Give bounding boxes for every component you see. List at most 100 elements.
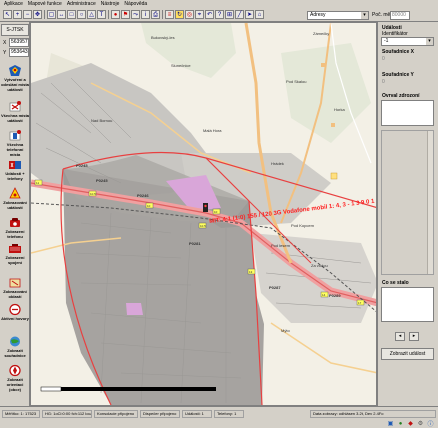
layers-icon[interactable]: ≡ [165, 10, 174, 19]
flag-icon[interactable]: ⚑ [121, 10, 130, 19]
scale-bar [41, 387, 216, 391]
layer-combo[interactable]: Adresy ▾ [307, 11, 369, 20]
menu-administrace[interactable]: Administrace [67, 0, 96, 8]
event-list[interactable] [381, 130, 434, 275]
tray-network-icon[interactable]: ▣ [386, 419, 395, 428]
map-place-label: Pod Kopcem [291, 223, 314, 228]
measure-icon[interactable]: ↔ [57, 10, 66, 19]
status-console: Konsolacie připojeno [94, 410, 138, 418]
map-place-label: Hrádek [271, 161, 284, 166]
map-place-label: Nad Bornou [91, 118, 113, 123]
arrow-icon[interactable]: ➤ [245, 10, 254, 19]
nav-create-event[interactable]: Vytvoření a odeslání místa události [1, 64, 29, 92]
zoom-out-icon[interactable]: − [23, 10, 32, 19]
show-event-button[interactable]: Zobrazit událost [381, 348, 434, 360]
zoom-in-icon[interactable]: + [13, 10, 22, 19]
scale-input[interactable]: 80000 [390, 11, 410, 20]
coordinate-system-button[interactable]: S-JTSK [1, 24, 29, 36]
nav-display-connection[interactable]: Zobrazení spojení [1, 242, 29, 265]
create-event-icon [7, 64, 23, 77]
map-place-label: Pod lesem [271, 243, 290, 248]
undo-icon[interactable]: ↶ [205, 10, 214, 19]
road-code-label: P0289 [329, 293, 341, 298]
x-coordinate-label: Souřadnice X [382, 49, 414, 55]
what-happened-label: Co se stalo [382, 280, 409, 286]
nav-events-phones[interactable]: Události + telefony [1, 158, 29, 181]
source-textbox[interactable] [381, 100, 434, 126]
nav-orientation-label: Zobrazit orientaci (obce) [6, 377, 24, 392]
target-icon[interactable]: ◎ [185, 10, 194, 19]
nav-all-events-label: Všechna místa událostí [1, 113, 30, 123]
line-icon[interactable]: ╱ [235, 10, 244, 19]
nav-active-calls[interactable]: Aktivní hovory [1, 303, 29, 321]
route-icon[interactable]: ⤳ [131, 10, 140, 19]
tray-alert-icon[interactable]: ◆ [406, 419, 415, 428]
rect-icon[interactable]: □ [67, 10, 76, 19]
toolbar: ↖ + − ✥ ▢ ↔ □ ○ △ T ● ⚑ ⤳ i ⎙ ≡ ↻ ◎ ⌖ ↶ … [0, 8, 438, 22]
what-happened-textbox[interactable] [381, 287, 434, 322]
nav-show-coordinates[interactable]: Zobrazit souřadnice [1, 335, 29, 358]
map-canvas[interactable] [31, 23, 377, 406]
village-marker [330, 172, 338, 180]
circle-icon[interactable]: ○ [77, 10, 86, 19]
event-list-scrollbar[interactable] [427, 131, 433, 274]
info-icon[interactable]: i [141, 10, 150, 19]
nav-all-events[interactable]: Všechna místa událostí [1, 100, 29, 123]
poly-icon[interactable]: △ [87, 10, 96, 19]
map-place-label: Mýto [281, 328, 290, 333]
nav-all-phone-places[interactable]: Všechna telefonní místa [1, 129, 29, 157]
map-place-label: Bukovský-les [151, 35, 175, 40]
refresh-icon[interactable]: ↻ [175, 10, 184, 19]
chevron-down-icon[interactable]: ▾ [361, 12, 368, 19]
x-coordinate-field[interactable]: 563957 [9, 38, 29, 47]
y-coordinate-field[interactable]: 953643 [9, 48, 29, 57]
grid-icon[interactable]: ⊞ [225, 10, 234, 19]
next-event-button[interactable]: ▸ [409, 332, 419, 341]
nav-display-phone[interactable]: Zobrazení telefonu [1, 216, 29, 239]
gps-icon[interactable]: ⌖ [195, 10, 204, 19]
spacer [381, 324, 434, 328]
active-calls-icon [7, 303, 23, 316]
highway-shield-label: 10.5 [90, 192, 96, 196]
events-phones-icon [7, 158, 23, 171]
village-marker [331, 123, 335, 127]
menu-aplikace[interactable]: Aplikace [4, 0, 23, 8]
tray-settings-icon[interactable]: ⚙ [416, 419, 425, 428]
nav-display-events[interactable]: Zobrazování událostí [1, 187, 29, 210]
menu-nastroje[interactable]: Nástroje [101, 0, 120, 8]
nav-display-connection-label: Zobrazení spojení [5, 255, 25, 265]
pin-icon[interactable]: ● [111, 10, 120, 19]
toolbar-separator [162, 10, 163, 19]
map-place-label: Zámečky [313, 31, 330, 36]
tray-info-icon[interactable]: ⓘ [426, 419, 435, 428]
status-events-count: Události: 1 [182, 410, 212, 418]
menu-napoveda[interactable]: Nápověda [124, 0, 147, 8]
pan-icon[interactable]: ✥ [33, 10, 42, 19]
chevron-down-icon[interactable]: ▾ [426, 38, 433, 45]
display-phone-icon [7, 216, 23, 229]
nav-display-areas-label: Zobrazování oblastí [3, 289, 27, 299]
text-icon[interactable]: T [97, 10, 106, 19]
village-marker [321, 63, 325, 67]
phone-places-icon [7, 129, 23, 142]
prev-event-button[interactable]: ◂ [395, 332, 405, 341]
map-view[interactable]: Bukovský-les Zámečky Slunečnice Pod Skal… [30, 22, 377, 406]
menu-mapove-funkce[interactable]: Mapové funkce [28, 0, 62, 8]
nav-orientation[interactable]: Zobrazit orientaci (obce) [1, 364, 29, 392]
home-icon[interactable]: ⌂ [255, 10, 264, 19]
y-label: Y [3, 50, 7, 56]
highway-shield-label: 13 [249, 270, 253, 274]
select-icon[interactable]: ▢ [47, 10, 56, 19]
highway-shield-label: 10 [147, 204, 151, 208]
print-icon[interactable]: ⎙ [151, 10, 160, 19]
industrial-zone [126, 303, 143, 315]
status-phones-count: Telefony: 1 [214, 410, 244, 418]
identifier-combo[interactable]: -1 ▾ [381, 37, 434, 46]
x-coordinate-value: 0 [382, 56, 385, 62]
tray-status-icon[interactable]: ● [396, 419, 405, 428]
cursor-icon[interactable]: ↖ [3, 10, 12, 19]
help-icon[interactable]: ? [215, 10, 224, 19]
map-place-label: Slunečnice [171, 63, 191, 68]
status-bar: Měřítko: 1: 17523 HG: 1oCl:0:00 fch:112 … [0, 406, 438, 428]
nav-display-areas[interactable]: Zobrazování oblastí [1, 276, 29, 299]
